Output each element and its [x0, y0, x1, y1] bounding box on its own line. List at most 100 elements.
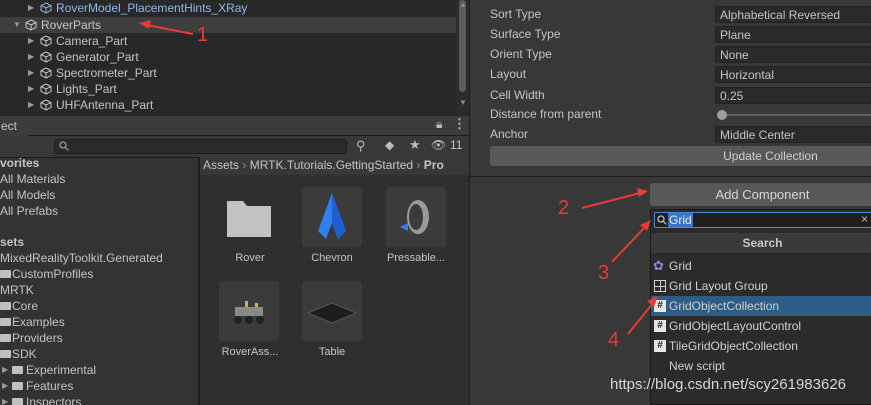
folder-icon [0, 350, 11, 358]
hierarchy-item[interactable]: ▶ UHFAntenna_Part [0, 97, 456, 113]
gameobject-cube-icon [40, 35, 52, 47]
annotation-number-2: 2 [558, 197, 570, 219]
sort-type-dropdown[interactable]: Alphabetical Reversed [715, 6, 871, 23]
tree-item[interactable]: MRTK [0, 282, 34, 298]
tree-item[interactable]: All Models [0, 187, 55, 203]
tree-item[interactable]: All Materials [0, 171, 65, 187]
favorites-star-icon[interactable]: ★ [409, 137, 421, 153]
update-collection-button[interactable]: Update Collection [490, 146, 871, 166]
hierarchy-item[interactable]: ▶ Camera_Part [0, 33, 456, 49]
expand-arrow-icon[interactable]: ▶ [2, 378, 8, 394]
update-collection-label: Update Collection [723, 149, 818, 163]
folder-icon [0, 318, 11, 326]
distance-slider-handle[interactable] [717, 110, 727, 120]
project-search-input[interactable] [54, 139, 347, 154]
project-tab-bar [0, 116, 469, 136]
folder-icon [12, 398, 23, 405]
component-item-gridobjectcollection[interactable]: # GridObjectCollection [651, 296, 871, 316]
hierarchy-item-label: RoverModel_PlacementHints_XRay [56, 1, 248, 15]
expand-arrow-icon[interactable]: ▶ [28, 33, 34, 49]
tree-label: Core [12, 299, 39, 313]
tree-section-assets[interactable]: sets [0, 234, 24, 250]
component-item-label: GridObjectLayoutControl [669, 319, 802, 333]
asset-tile-table[interactable] [302, 281, 362, 341]
asset-tile-chevron[interactable] [302, 187, 362, 247]
hierarchy-scrollbar-thumb[interactable] [459, 0, 466, 92]
search-by-type-icon[interactable]: ⚲ [356, 138, 366, 154]
gameobject-cube-icon [40, 99, 52, 111]
tree-label: All Models [0, 188, 56, 202]
hierarchy-item[interactable]: ▶ Spectrometer_Part [0, 65, 456, 81]
breadcrumb-separator: › [416, 158, 424, 172]
rover-assembly-icon [234, 301, 264, 324]
component-item-grid[interactable]: ✿ Grid [651, 256, 871, 276]
hierarchy-item[interactable]: ▶ RoverModel_PlacementHints_XRay [0, 0, 456, 16]
asset-label: Rover [235, 252, 265, 264]
component-item-grid-layout-group[interactable]: Grid Layout Group [651, 276, 871, 296]
asset-tile-pressable[interactable] [386, 187, 446, 247]
grid-layout-icon [654, 280, 666, 292]
layout-dropdown[interactable]: Horizontal [715, 66, 871, 83]
asset-tile-rover-assembly[interactable] [219, 281, 279, 341]
gameobject-cube-icon [40, 51, 52, 63]
hierarchy-item[interactable]: ▶ Generator_Part [0, 49, 456, 65]
tab-project[interactable]: ect [0, 116, 28, 136]
component-item-new-script[interactable]: New script [651, 356, 871, 376]
pressable-button-icon [400, 200, 429, 234]
hierarchy-item[interactable]: ▶ Lights_Part [0, 81, 456, 97]
breadcrumb: Assets › MRTK.Tutorials.GettingStarted ›… [200, 156, 469, 175]
cell-width-field[interactable]: 0.25 [715, 87, 871, 104]
tree-label: vorites [0, 156, 40, 170]
lock-icon[interactable]: 🔒︎ [436, 117, 442, 132]
expand-arrow-icon[interactable]: ▶ [28, 81, 34, 97]
breadcrumb-item[interactable]: Pro [424, 158, 444, 172]
property-label: Layout [490, 67, 527, 81]
expand-arrow-icon[interactable]: ▶ [2, 394, 8, 405]
folder-icon [12, 366, 23, 374]
asset-label: Table [318, 346, 346, 358]
add-component-button[interactable]: Add Component [650, 183, 871, 206]
hierarchy-item-selected[interactable]: ▼ RoverParts [0, 17, 456, 33]
component-item-label: Grid Layout Group [669, 279, 768, 293]
hierarchy-item-label: UHFAntenna_Part [56, 98, 154, 112]
hierarchy-item-label: Generator_Part [56, 50, 139, 64]
component-item-tilegridobjectcollection[interactable]: # TileGridObjectCollection [651, 336, 871, 356]
component-search-value: Grid [668, 213, 693, 227]
property-label: Sort Type [490, 7, 542, 21]
surface-type-dropdown[interactable]: Plane [715, 26, 871, 43]
component-item-label: Grid [669, 259, 692, 273]
folder-icon [0, 270, 11, 278]
gameobject-cube-icon [40, 83, 52, 95]
property-label: Distance from parent [490, 107, 602, 121]
hidden-packages-eye-icon[interactable]: 👁︎ [431, 138, 446, 152]
tree-item[interactable]: MixedRealityToolkit.Generated [0, 250, 163, 266]
breadcrumb-item[interactable]: MRTK.Tutorials.GettingStarted [250, 158, 413, 172]
search-icon [59, 141, 69, 151]
scroll-down-icon[interactable]: ▼ [459, 98, 467, 107]
collapse-arrow-icon[interactable]: ▼ [13, 17, 21, 33]
component-item-label: TileGridObjectCollection [669, 339, 798, 353]
clear-search-icon[interactable]: × [861, 212, 868, 226]
annotation-number-3: 3 [598, 262, 610, 284]
expand-arrow-icon[interactable]: ▶ [28, 49, 34, 65]
anchor-dropdown[interactable]: Middle Center [715, 126, 871, 143]
expand-arrow-icon[interactable]: ▶ [28, 97, 34, 113]
asset-label: RoverAss... [221, 346, 279, 358]
search-icon [657, 215, 667, 225]
expand-arrow-icon[interactable]: ▶ [28, 0, 34, 16]
scroll-up-icon[interactable]: ▲ [459, 0, 467, 9]
orient-type-dropdown[interactable]: None [715, 46, 871, 63]
component-item-gridobjectlayoutcontrol[interactable]: # GridObjectLayoutControl [651, 316, 871, 336]
tree-section-favorites[interactable]: vorites [0, 155, 39, 171]
more-options-icon[interactable]: ⋮ [453, 116, 466, 132]
tree-item[interactable]: All Prefabs [0, 203, 58, 219]
tree-label: Inspectors [26, 395, 82, 405]
distance-slider-track[interactable] [720, 114, 871, 116]
search-by-label-icon[interactable]: ◆ [385, 138, 394, 152]
expand-arrow-icon[interactable]: ▶ [2, 362, 8, 378]
property-label: Surface Type [490, 27, 561, 41]
expand-arrow-icon[interactable]: ▶ [28, 65, 34, 81]
property-label: Cell Width [490, 88, 545, 102]
breadcrumb-item[interactable]: Assets [203, 158, 239, 172]
asset-tile-rover[interactable] [219, 187, 279, 247]
